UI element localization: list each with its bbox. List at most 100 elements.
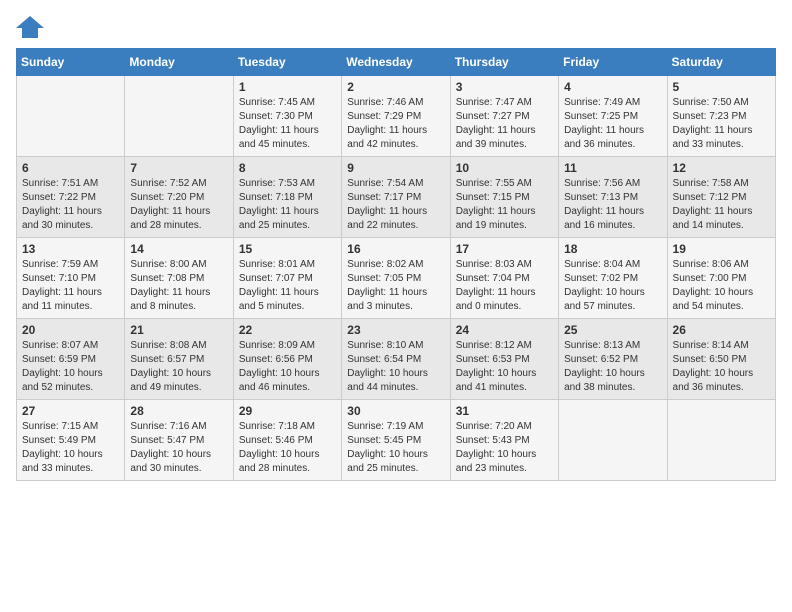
day-detail: Sunrise: 7:16 AMSunset: 5:47 PMDaylight:… (130, 420, 227, 476)
day-detail: Sunrise: 8:13 AMSunset: 6:52 PMDaylight:… (564, 339, 661, 395)
calendar-cell: 28 Sunrise: 7:16 AMSunset: 5:47 PMDaylig… (125, 400, 233, 481)
calendar-cell: 20 Sunrise: 8:07 AMSunset: 6:59 PMDaylig… (17, 319, 125, 400)
calendar-cell: 27 Sunrise: 7:15 AMSunset: 5:49 PMDaylig… (17, 400, 125, 481)
calendar-cell: 25 Sunrise: 8:13 AMSunset: 6:52 PMDaylig… (559, 319, 667, 400)
calendar-cell: 30 Sunrise: 7:19 AMSunset: 5:45 PMDaylig… (342, 400, 450, 481)
calendar-week-row: 13 Sunrise: 7:59 AMSunset: 7:10 PMDaylig… (17, 238, 776, 319)
day-number: 21 (130, 323, 227, 337)
day-number: 16 (347, 242, 444, 256)
logo (16, 16, 48, 38)
day-number: 23 (347, 323, 444, 337)
calendar-cell (125, 76, 233, 157)
day-number: 20 (22, 323, 119, 337)
calendar-cell: 9 Sunrise: 7:54 AMSunset: 7:17 PMDayligh… (342, 157, 450, 238)
calendar-cell: 17 Sunrise: 8:03 AMSunset: 7:04 PMDaylig… (450, 238, 558, 319)
day-detail: Sunrise: 7:58 AMSunset: 7:12 PMDaylight:… (673, 177, 770, 233)
day-number: 28 (130, 404, 227, 418)
day-detail: Sunrise: 7:20 AMSunset: 5:43 PMDaylight:… (456, 420, 553, 476)
day-detail: Sunrise: 7:49 AMSunset: 7:25 PMDaylight:… (564, 96, 661, 152)
calendar-cell: 2 Sunrise: 7:46 AMSunset: 7:29 PMDayligh… (342, 76, 450, 157)
day-number: 6 (22, 161, 119, 175)
day-detail: Sunrise: 8:14 AMSunset: 6:50 PMDaylight:… (673, 339, 770, 395)
weekday-header-row: SundayMondayTuesdayWednesdayThursdayFrid… (17, 49, 776, 76)
day-number: 4 (564, 80, 661, 94)
calendar-cell: 10 Sunrise: 7:55 AMSunset: 7:15 PMDaylig… (450, 157, 558, 238)
day-detail: Sunrise: 7:45 AMSunset: 7:30 PMDaylight:… (239, 96, 336, 152)
day-number: 18 (564, 242, 661, 256)
day-detail: Sunrise: 8:06 AMSunset: 7:00 PMDaylight:… (673, 258, 770, 314)
calendar-cell: 26 Sunrise: 8:14 AMSunset: 6:50 PMDaylig… (667, 319, 775, 400)
day-number: 10 (456, 161, 553, 175)
day-detail: Sunrise: 7:56 AMSunset: 7:13 PMDaylight:… (564, 177, 661, 233)
day-detail: Sunrise: 8:01 AMSunset: 7:07 PMDaylight:… (239, 258, 336, 314)
calendar-cell: 15 Sunrise: 8:01 AMSunset: 7:07 PMDaylig… (233, 238, 341, 319)
day-detail: Sunrise: 7:19 AMSunset: 5:45 PMDaylight:… (347, 420, 444, 476)
calendar-cell: 22 Sunrise: 8:09 AMSunset: 6:56 PMDaylig… (233, 319, 341, 400)
calendar-week-row: 6 Sunrise: 7:51 AMSunset: 7:22 PMDayligh… (17, 157, 776, 238)
weekday-header-saturday: Saturday (667, 49, 775, 76)
day-detail: Sunrise: 8:02 AMSunset: 7:05 PMDaylight:… (347, 258, 444, 314)
weekday-header-tuesday: Tuesday (233, 49, 341, 76)
page-header (16, 16, 776, 38)
day-detail: Sunrise: 7:55 AMSunset: 7:15 PMDaylight:… (456, 177, 553, 233)
calendar-cell: 31 Sunrise: 7:20 AMSunset: 5:43 PMDaylig… (450, 400, 558, 481)
day-number: 8 (239, 161, 336, 175)
day-number: 14 (130, 242, 227, 256)
day-number: 31 (456, 404, 553, 418)
day-number: 9 (347, 161, 444, 175)
calendar-cell: 18 Sunrise: 8:04 AMSunset: 7:02 PMDaylig… (559, 238, 667, 319)
day-detail: Sunrise: 7:51 AMSunset: 7:22 PMDaylight:… (22, 177, 119, 233)
calendar-cell: 16 Sunrise: 8:02 AMSunset: 7:05 PMDaylig… (342, 238, 450, 319)
calendar-week-row: 1 Sunrise: 7:45 AMSunset: 7:30 PMDayligh… (17, 76, 776, 157)
calendar-cell: 3 Sunrise: 7:47 AMSunset: 7:27 PMDayligh… (450, 76, 558, 157)
day-detail: Sunrise: 8:10 AMSunset: 6:54 PMDaylight:… (347, 339, 444, 395)
calendar-cell: 6 Sunrise: 7:51 AMSunset: 7:22 PMDayligh… (17, 157, 125, 238)
day-detail: Sunrise: 7:52 AMSunset: 7:20 PMDaylight:… (130, 177, 227, 233)
day-detail: Sunrise: 7:18 AMSunset: 5:46 PMDaylight:… (239, 420, 336, 476)
calendar-cell: 19 Sunrise: 8:06 AMSunset: 7:00 PMDaylig… (667, 238, 775, 319)
day-detail: Sunrise: 8:08 AMSunset: 6:57 PMDaylight:… (130, 339, 227, 395)
day-number: 13 (22, 242, 119, 256)
day-number: 2 (347, 80, 444, 94)
day-number: 3 (456, 80, 553, 94)
day-detail: Sunrise: 8:03 AMSunset: 7:04 PMDaylight:… (456, 258, 553, 314)
day-detail: Sunrise: 7:47 AMSunset: 7:27 PMDaylight:… (456, 96, 553, 152)
calendar-week-row: 27 Sunrise: 7:15 AMSunset: 5:49 PMDaylig… (17, 400, 776, 481)
calendar-cell: 4 Sunrise: 7:49 AMSunset: 7:25 PMDayligh… (559, 76, 667, 157)
calendar-cell: 5 Sunrise: 7:50 AMSunset: 7:23 PMDayligh… (667, 76, 775, 157)
day-number: 19 (673, 242, 770, 256)
day-detail: Sunrise: 8:07 AMSunset: 6:59 PMDaylight:… (22, 339, 119, 395)
calendar-cell: 12 Sunrise: 7:58 AMSunset: 7:12 PMDaylig… (667, 157, 775, 238)
day-number: 29 (239, 404, 336, 418)
day-detail: Sunrise: 7:59 AMSunset: 7:10 PMDaylight:… (22, 258, 119, 314)
weekday-header-wednesday: Wednesday (342, 49, 450, 76)
day-detail: Sunrise: 8:04 AMSunset: 7:02 PMDaylight:… (564, 258, 661, 314)
day-detail: Sunrise: 7:54 AMSunset: 7:17 PMDaylight:… (347, 177, 444, 233)
day-number: 22 (239, 323, 336, 337)
calendar-cell (667, 400, 775, 481)
day-number: 11 (564, 161, 661, 175)
day-number: 24 (456, 323, 553, 337)
calendar-cell: 24 Sunrise: 8:12 AMSunset: 6:53 PMDaylig… (450, 319, 558, 400)
day-number: 5 (673, 80, 770, 94)
day-detail: Sunrise: 7:53 AMSunset: 7:18 PMDaylight:… (239, 177, 336, 233)
day-number: 17 (456, 242, 553, 256)
day-number: 27 (22, 404, 119, 418)
calendar-table: SundayMondayTuesdayWednesdayThursdayFrid… (16, 48, 776, 481)
calendar-cell: 21 Sunrise: 8:08 AMSunset: 6:57 PMDaylig… (125, 319, 233, 400)
weekday-header-thursday: Thursday (450, 49, 558, 76)
day-number: 12 (673, 161, 770, 175)
day-number: 15 (239, 242, 336, 256)
calendar-cell: 7 Sunrise: 7:52 AMSunset: 7:20 PMDayligh… (125, 157, 233, 238)
day-detail: Sunrise: 7:50 AMSunset: 7:23 PMDaylight:… (673, 96, 770, 152)
calendar-cell: 23 Sunrise: 8:10 AMSunset: 6:54 PMDaylig… (342, 319, 450, 400)
calendar-cell: 1 Sunrise: 7:45 AMSunset: 7:30 PMDayligh… (233, 76, 341, 157)
weekday-header-friday: Friday (559, 49, 667, 76)
day-detail: Sunrise: 7:46 AMSunset: 7:29 PMDaylight:… (347, 96, 444, 152)
calendar-cell: 14 Sunrise: 8:00 AMSunset: 7:08 PMDaylig… (125, 238, 233, 319)
day-detail: Sunrise: 8:00 AMSunset: 7:08 PMDaylight:… (130, 258, 227, 314)
day-detail: Sunrise: 7:15 AMSunset: 5:49 PMDaylight:… (22, 420, 119, 476)
calendar-cell: 13 Sunrise: 7:59 AMSunset: 7:10 PMDaylig… (17, 238, 125, 319)
day-number: 7 (130, 161, 227, 175)
day-number: 25 (564, 323, 661, 337)
